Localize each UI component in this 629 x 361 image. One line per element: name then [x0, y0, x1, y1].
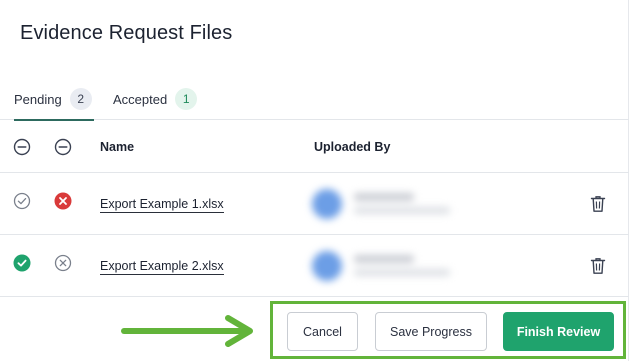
- evidence-request-panel: Evidence Request Files Pending 2 Accepte…: [0, 0, 629, 361]
- tab-pending-label: Pending: [14, 92, 62, 107]
- tab-accepted-label: Accepted: [113, 92, 168, 107]
- accept-check-circle-icon[interactable]: [13, 254, 31, 272]
- column-header-name: Name: [100, 140, 135, 154]
- save-progress-button[interactable]: Save Progress: [375, 312, 487, 351]
- file-name-link[interactable]: Export Example 2.xlsx: [100, 259, 224, 275]
- tab-accepted-count: 1: [175, 88, 198, 110]
- column-header-uploaded-by: Uploaded By: [314, 140, 391, 154]
- trash-icon[interactable]: [590, 195, 606, 213]
- table-row: Export Example 2.xlsx: [0, 235, 629, 297]
- table-row: Export Example 1.xlsx: [0, 173, 629, 235]
- user-avatar: [312, 189, 342, 219]
- tab-accepted[interactable]: Accepted 1: [113, 88, 198, 120]
- page-title: Evidence Request Files: [20, 22, 233, 44]
- arrow-right-icon: [121, 315, 253, 347]
- reject-x-circle-icon[interactable]: [54, 254, 72, 272]
- file-name-link[interactable]: Export Example 1.xlsx: [100, 197, 224, 213]
- accept-check-circle-icon[interactable]: [13, 192, 31, 210]
- user-avatar: [312, 251, 342, 281]
- finish-review-button[interactable]: Finish Review: [503, 312, 614, 351]
- tab-bar: Pending 2 Accepted 1: [0, 84, 629, 121]
- uploader-redacted: [312, 247, 472, 287]
- accept-all-minus-circle-icon[interactable]: [13, 138, 31, 156]
- uploader-redacted: [312, 185, 472, 225]
- reject-all-minus-circle-icon[interactable]: [54, 138, 72, 156]
- cancel-button[interactable]: Cancel: [287, 312, 358, 351]
- tab-pending[interactable]: Pending 2: [14, 88, 94, 121]
- tab-pending-count: 2: [69, 88, 92, 110]
- reject-x-circle-icon[interactable]: [54, 192, 72, 210]
- table-header: Name Uploaded By: [0, 121, 629, 173]
- trash-icon[interactable]: [590, 257, 606, 275]
